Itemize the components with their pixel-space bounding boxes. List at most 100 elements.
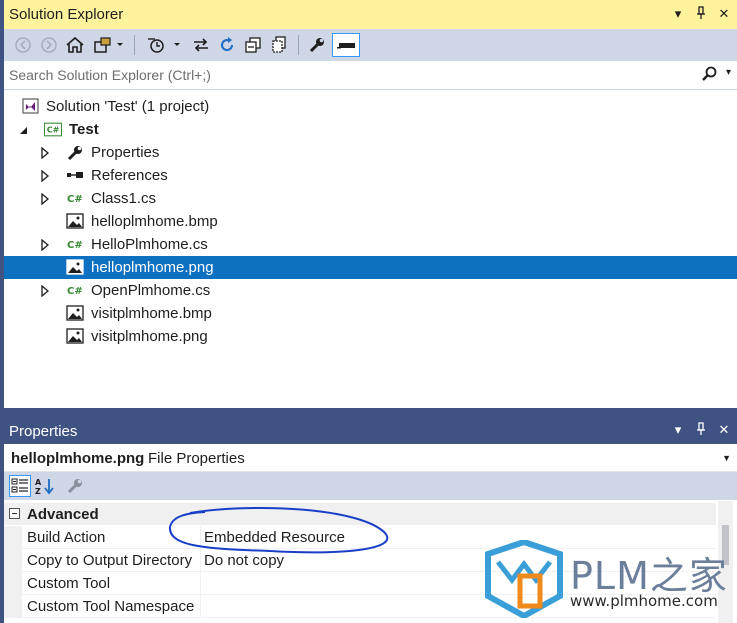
- preview-selected-items-button[interactable]: [332, 33, 360, 57]
- image-file-icon: [66, 328, 84, 345]
- tree-item-references[interactable]: References: [4, 164, 737, 187]
- tree-item-label: visitplmhome.bmp: [91, 305, 212, 322]
- collapse-all-icon: [245, 37, 261, 53]
- solution-tree: Solution 'Test' (1 project) C# Test Prop…: [4, 91, 737, 408]
- image-file-icon: [66, 259, 84, 276]
- close-icon[interactable]: ✕: [717, 6, 731, 24]
- svg-text:C#: C#: [67, 194, 83, 205]
- row-gutter: [4, 549, 22, 572]
- tree-item-visitplmhome-bmp[interactable]: visitplmhome.bmp: [4, 302, 737, 325]
- forward-arrow-icon: [41, 37, 57, 53]
- tree-item-label: Class1.cs: [91, 190, 157, 207]
- tree-item-helloplmhome-bmp[interactable]: helloplmhome.bmp: [4, 210, 737, 233]
- object-selector[interactable]: helloplmhome.png File Properties ▼: [4, 444, 737, 472]
- solution-explorer-title: Solution Explorer: [9, 6, 124, 23]
- pin-icon[interactable]: [694, 422, 708, 440]
- sync-with-active-document-button[interactable]: [190, 33, 212, 57]
- csharp-project-icon: C#: [44, 121, 62, 138]
- toolbar-separator: [298, 35, 299, 55]
- switch-views-button[interactable]: [92, 33, 126, 57]
- tree-item-project[interactable]: C# Test: [4, 118, 737, 141]
- column-divider: [200, 572, 201, 595]
- tree-item-label: References: [91, 167, 168, 184]
- property-pages-button[interactable]: [64, 475, 86, 497]
- window-menu-icon[interactable]: ▾: [671, 422, 685, 440]
- search-box: ▾: [4, 61, 737, 90]
- alphabetical-button[interactable]: AZ: [34, 475, 56, 497]
- property-name: Custom Tool: [27, 575, 111, 592]
- solution-explorer-panel: Solution Explorer ▾ ✕ Search Solution Ex…: [4, 0, 737, 408]
- collapsed-triangle-icon[interactable]: [39, 192, 51, 206]
- image-file-icon: [66, 213, 84, 230]
- object-type: File Properties: [148, 450, 245, 467]
- clock-icon: [148, 38, 180, 53]
- sort-alphabetical-icon: AZ: [35, 478, 54, 495]
- svg-text:C#: C#: [67, 240, 83, 251]
- expanded-triangle-icon[interactable]: [17, 123, 29, 135]
- plm-logo-icon: [485, 540, 563, 618]
- tree-item-class1-cs[interactable]: C# Class1.cs: [4, 187, 737, 210]
- wrench-icon: [309, 38, 324, 53]
- properties-toolbar: AZ: [4, 472, 737, 500]
- tree-item-properties[interactable]: Properties: [4, 141, 737, 164]
- home-icon: [66, 36, 84, 53]
- solution-explorer-toolbar: [4, 29, 737, 61]
- solution-explorer-titlebar[interactable]: Solution Explorer ▾ ✕: [4, 0, 737, 29]
- collapse-category-icon[interactable]: [9, 508, 20, 519]
- tree-item-helloplmhome-png[interactable]: helloplmhome.png: [4, 256, 737, 279]
- switch-views-icon: [94, 37, 123, 53]
- back-button[interactable]: [12, 33, 34, 57]
- search-options-dropdown-icon[interactable]: ▾: [726, 67, 731, 78]
- search-input[interactable]: [9, 65, 689, 85]
- window-menu-icon[interactable]: ▾: [671, 6, 685, 24]
- property-name: Build Action: [27, 529, 106, 546]
- tree-item-openplmhome-cs[interactable]: C# OpenPlmhome.cs: [4, 279, 737, 302]
- pending-changes-filter-button[interactable]: [144, 33, 184, 57]
- tree-item-visitplmhome-png[interactable]: visitplmhome.png: [4, 325, 737, 348]
- tree-item-label: HelloPlmhome.cs: [91, 236, 208, 253]
- back-arrow-icon: [15, 37, 31, 53]
- object-name: helloplmhome.png: [11, 450, 145, 467]
- home-button[interactable]: [64, 33, 86, 57]
- categorized-button[interactable]: [9, 475, 31, 497]
- show-all-files-button[interactable]: [268, 33, 290, 57]
- chevron-down-icon[interactable]: ▼: [722, 453, 731, 463]
- category-label: Advanced: [27, 506, 99, 523]
- svg-text:C#: C#: [47, 125, 60, 135]
- collapsed-triangle-icon[interactable]: [39, 146, 51, 160]
- tree-item-label: visitplmhome.png: [91, 328, 208, 345]
- row-gutter: [4, 572, 22, 595]
- watermark: PLM之家 www.plmhome.com: [484, 540, 734, 620]
- toolbar-separator: [134, 35, 135, 55]
- svg-text:C#: C#: [67, 286, 83, 297]
- tree-item-solution[interactable]: Solution 'Test' (1 project): [4, 95, 737, 118]
- annotation-circle: [168, 506, 389, 554]
- collapsed-triangle-icon[interactable]: [39, 169, 51, 183]
- search-icon[interactable]: [701, 66, 717, 85]
- properties-titlebar[interactable]: Properties ▾ ✕: [4, 418, 737, 444]
- watermark-url: www.plmhome.com: [570, 592, 718, 610]
- row-gutter: [4, 595, 22, 618]
- tree-item-helloplmhome-cs[interactable]: C# HelloPlmhome.cs: [4, 233, 737, 256]
- solution-icon: [22, 98, 40, 115]
- collapse-all-button[interactable]: [242, 33, 264, 57]
- csharp-file-icon: C#: [66, 190, 84, 207]
- forward-button[interactable]: [38, 33, 60, 57]
- close-icon[interactable]: ✕: [717, 422, 731, 440]
- categorized-icon: [11, 478, 28, 493]
- column-divider: [200, 595, 201, 618]
- row-gutter: [4, 526, 22, 549]
- preview-icon: [337, 43, 355, 49]
- properties-button[interactable]: [306, 33, 328, 57]
- tree-item-label: helloplmhome.bmp: [91, 213, 218, 230]
- references-icon: [66, 167, 84, 184]
- pin-icon[interactable]: [694, 6, 708, 24]
- collapsed-triangle-icon[interactable]: [39, 238, 51, 252]
- sync-arrows-icon: [194, 38, 208, 52]
- collapsed-triangle-icon[interactable]: [39, 284, 51, 298]
- refresh-button[interactable]: [216, 33, 238, 57]
- svg-text:Z: Z: [35, 487, 41, 495]
- svg-text:A: A: [35, 478, 42, 487]
- refresh-icon: [221, 37, 234, 52]
- wrench-icon: [67, 479, 82, 494]
